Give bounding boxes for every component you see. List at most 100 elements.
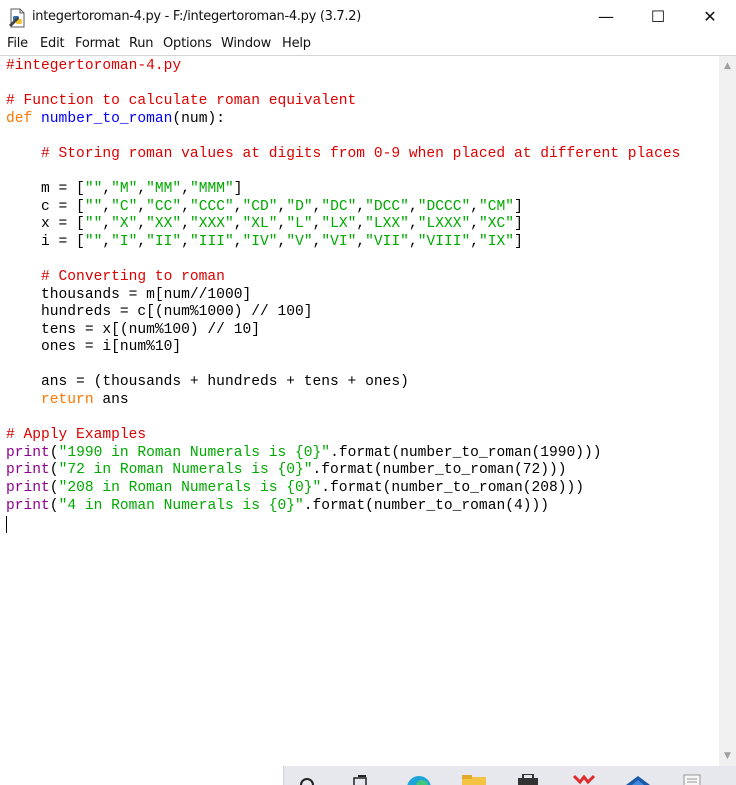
maximize-button[interactable]: ☐ — [632, 0, 684, 33]
code-text: ] — [233, 181, 243, 197]
python-file-icon — [9, 8, 25, 28]
code-text: m = [ — [41, 181, 85, 197]
comment: # Converting to roman — [41, 269, 225, 285]
string-literal: "DC" — [321, 199, 357, 215]
code-text: , — [181, 216, 190, 232]
string-literal: "X" — [111, 216, 138, 232]
code-line: # Converting to roman — [6, 268, 225, 286]
code-text: , — [277, 199, 287, 215]
string-literal: "72 in Roman Numerals is {0}" — [58, 462, 313, 478]
code-text: x = [ — [41, 216, 85, 232]
code-text: ( — [49, 480, 59, 496]
code-text: , — [277, 216, 287, 232]
taskbar-search-box[interactable] — [0, 766, 284, 785]
code-line: x = ["","X","XX","XXX","XL","L","LX","LX… — [6, 215, 523, 233]
menu-run[interactable]: Run — [129, 36, 154, 51]
comment: # Storing roman values at digits from 0-… — [41, 146, 681, 162]
string-literal: "" — [84, 199, 103, 215]
string-literal: "208 in Roman Numerals is {0}" — [58, 480, 322, 496]
code-line: # Function to calculate roman equivalent — [6, 92, 356, 110]
close-button[interactable]: ✕ — [684, 0, 736, 33]
store-icon[interactable] — [514, 774, 542, 785]
code-text: , — [470, 199, 480, 215]
window-title: integertoroman-4.py - F:/integertoroman-… — [32, 9, 361, 24]
builtin-print: print — [6, 498, 50, 514]
notepad-icon[interactable] — [678, 774, 706, 785]
menu-file[interactable]: File — [7, 36, 28, 51]
string-literal: "LXXX" — [417, 216, 471, 232]
string-literal: "MM" — [146, 181, 182, 197]
code-text: ( — [49, 445, 59, 461]
code-line: def number_to_roman(num): — [6, 110, 225, 128]
string-literal: "XX" — [146, 216, 182, 232]
menu-format[interactable]: Format — [75, 36, 120, 51]
minimize-button[interactable]: — — [580, 0, 632, 33]
menu-options[interactable]: Options — [163, 36, 212, 51]
menu-help[interactable]: Help — [282, 36, 311, 51]
string-literal: "LX" — [321, 216, 357, 232]
code-text: ] — [514, 234, 523, 250]
comment: # Apply Examples — [6, 427, 147, 443]
minimize-icon: — — [598, 7, 614, 26]
code-line: tens = x[(num%100) // 10] — [6, 321, 260, 339]
string-literal: "IX" — [479, 234, 515, 250]
code-line: #integertoroman-4.py — [6, 57, 181, 75]
code-text: , — [356, 199, 366, 215]
code-text: , — [408, 216, 418, 232]
code-text: ] — [514, 199, 523, 215]
code-text: tens = x[(num%100) // 10] — [41, 322, 260, 338]
string-literal: "II" — [146, 234, 182, 250]
code-text: , — [408, 234, 418, 250]
function-name: number_to_roman — [41, 111, 173, 127]
code-line: print("72 in Roman Numerals is {0}".form… — [6, 461, 567, 479]
red-app-icon[interactable] — [570, 774, 598, 785]
code-text: .format(number_to_roman(1990))) — [330, 445, 602, 461]
string-literal: "XL" — [242, 216, 278, 232]
string-literal: "LXX" — [365, 216, 409, 232]
file-explorer-icon[interactable] — [460, 775, 488, 785]
code-text: , — [137, 199, 147, 215]
blue-app-icon[interactable] — [624, 774, 652, 785]
code-text: , — [181, 181, 190, 197]
code-line: ones = i[num%10] — [6, 338, 181, 356]
menu-edit[interactable]: Edit — [40, 36, 65, 51]
code-text: , — [408, 199, 418, 215]
string-literal: "D" — [286, 199, 313, 215]
menu-window[interactable]: Window — [221, 36, 271, 51]
code-editor[interactable]: #integertoroman-4.py # Function to calcu… — [0, 56, 719, 766]
scroll-down-icon[interactable]: ▼ — [719, 748, 736, 764]
string-literal: "C" — [111, 199, 138, 215]
code-text: , — [137, 181, 147, 197]
builtin-print: print — [6, 445, 50, 461]
vertical-scrollbar[interactable]: ▲ ▼ — [719, 56, 736, 766]
code-text: .format(number_to_roman(4))) — [303, 498, 549, 514]
string-literal: "XXX" — [189, 216, 234, 232]
string-literal: "III" — [189, 234, 234, 250]
code-line: ans = (thousands + hundreds + tens + one… — [6, 373, 409, 391]
code-text: , — [137, 234, 147, 250]
code-text: ( — [49, 462, 59, 478]
code-text: , — [356, 216, 366, 232]
code-text: , — [102, 199, 112, 215]
string-literal: "V" — [286, 234, 313, 250]
code-line: c = ["","C","CC","CCC","CD","D","DC","DC… — [6, 198, 523, 216]
code-text: hundreds = c[(num%1000) // 100] — [41, 304, 313, 320]
code-text: i = [ — [41, 234, 85, 250]
search-icon[interactable] — [298, 776, 316, 785]
code-text: , — [137, 216, 147, 232]
string-literal: "M" — [111, 181, 138, 197]
code-text: , — [277, 234, 287, 250]
scroll-up-icon[interactable]: ▲ — [719, 58, 736, 74]
code-line: return ans — [6, 391, 129, 409]
maximize-icon: ☐ — [650, 7, 666, 26]
comment: #integertoroman-4.py — [6, 58, 182, 74]
string-literal: "1990 in Roman Numerals is {0}" — [58, 445, 331, 461]
code-text: ans = (thousands + hundreds + tens + one… — [41, 374, 409, 390]
task-view-icon[interactable] — [352, 775, 370, 785]
edge-browser-icon[interactable] — [405, 774, 433, 785]
string-literal: "" — [84, 234, 103, 250]
string-literal: "CC" — [146, 199, 182, 215]
string-literal: "VI" — [321, 234, 357, 250]
string-literal: "VII" — [365, 234, 409, 250]
code-text: , — [470, 216, 480, 232]
